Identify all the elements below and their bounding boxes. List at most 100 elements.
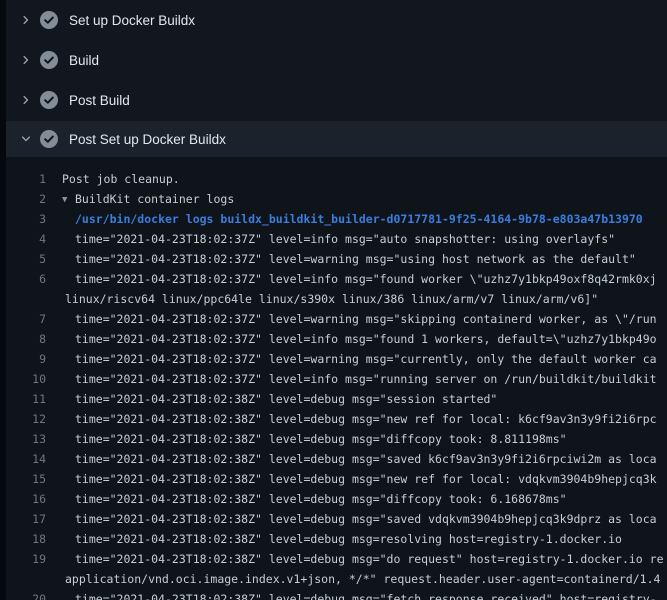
chevron-right-icon[interactable] xyxy=(12,14,40,26)
line-number[interactable]: 10 xyxy=(6,369,46,389)
line-number[interactable]: 12 xyxy=(6,409,46,429)
line-number[interactable]: 4 xyxy=(6,229,46,249)
log-text: time="2021-04-23T18:02:37Z" level=info m… xyxy=(75,269,657,289)
log-line: 12 time="2021-04-23T18:02:38Z" level=debu… xyxy=(6,409,667,429)
group-toggle[interactable]: ▼BuildKit container logs xyxy=(62,189,234,209)
log-text-content: time="2021-04-23T18:02:37Z" level=warnin… xyxy=(75,352,657,366)
log-text: time="2021-04-23T18:02:38Z" level=debug … xyxy=(75,549,664,569)
log-text-content: time="2021-04-23T18:02:38Z" level=debug … xyxy=(75,432,567,446)
step-list: Set up Docker Buildx Build Post Build xyxy=(6,0,667,157)
log-line: 3/usr/bin/docker logs buildx_buildkit_bu… xyxy=(6,209,667,229)
log-text-content: application/vnd.oci.image.index.v1+json,… xyxy=(65,572,660,586)
log-line: application/vnd.oci.image.index.v1+json,… xyxy=(6,569,667,589)
log-text-content: time="2021-04-23T18:02:37Z" level=info m… xyxy=(75,272,657,286)
check-circle-icon xyxy=(40,91,66,109)
step-row-post-set-up-docker-buildx[interactable]: Post Set up Docker Buildx xyxy=(6,121,667,157)
step-label: Post Build xyxy=(66,93,130,108)
log-line: 2 ▼BuildKit container logs xyxy=(6,189,667,209)
log-text: time="2021-04-23T18:02:37Z" level=warnin… xyxy=(75,349,657,369)
step-row-post-build[interactable]: Post Build xyxy=(6,80,667,120)
log-text: time="2021-04-23T18:02:38Z" level=debug … xyxy=(75,409,657,429)
log-text: time="2021-04-23T18:02:38Z" level=debug … xyxy=(75,449,657,469)
line-number[interactable]: 6 xyxy=(6,269,46,289)
line-number[interactable]: 1 xyxy=(6,169,46,189)
line-number[interactable]: 7 xyxy=(6,309,46,329)
line-number[interactable]: 9 xyxy=(6,349,46,369)
log-text-content: time="2021-04-23T18:02:38Z" level=debug … xyxy=(75,492,567,506)
command-text: /usr/bin/docker logs buildx_buildkit_bui… xyxy=(75,209,643,229)
log-text-content: /usr/bin/docker logs buildx_buildkit_bui… xyxy=(75,212,643,226)
log-text: time="2021-04-23T18:02:38Z" level=debug … xyxy=(75,489,567,509)
workflow-log-panel: Set up Docker Buildx Build Post Build xyxy=(6,0,667,600)
check-circle-icon xyxy=(40,130,66,148)
line-number[interactable]: 16 xyxy=(6,489,46,509)
log-line: 20 time="2021-04-23T18:02:38Z" level=debu… xyxy=(6,589,667,600)
line-number[interactable]: 18 xyxy=(6,529,46,549)
log-text: time="2021-04-23T18:02:37Z" level=warnin… xyxy=(75,309,657,329)
log-text-content: time="2021-04-23T18:02:37Z" level=info m… xyxy=(75,232,615,246)
log-text: application/vnd.oci.image.index.v1+json,… xyxy=(65,569,660,589)
log-text: time="2021-04-23T18:02:37Z" level=warnin… xyxy=(75,249,636,269)
line-number[interactable]: 19 xyxy=(6,549,46,569)
log-line: linux/riscv64 linux/ppc64le linux/s390x … xyxy=(6,289,667,309)
log-text: time="2021-04-23T18:02:38Z" level=debug … xyxy=(75,589,657,600)
log-line: 17 time="2021-04-23T18:02:38Z" level=debu… xyxy=(6,509,667,529)
log-line: 5 time="2021-04-23T18:02:37Z" level=warni… xyxy=(6,249,667,269)
log-line: 13 time="2021-04-23T18:02:38Z" level=debu… xyxy=(6,429,667,449)
log-text: time="2021-04-23T18:02:38Z" level=debug … xyxy=(75,529,622,549)
log-line: 10time="2021-04-23T18:02:37Z" level=info… xyxy=(6,369,667,389)
line-number xyxy=(6,289,46,309)
log-text-content: time="2021-04-23T18:02:38Z" level=debug … xyxy=(75,592,657,600)
step-label: Set up Docker Buildx xyxy=(66,13,195,28)
log-text: linux/riscv64 linux/ppc64le linux/s390x … xyxy=(65,289,598,309)
log-text: Post job cleanup. xyxy=(62,169,180,189)
log-line: 1 Post job cleanup. xyxy=(6,169,667,189)
chevron-right-icon[interactable] xyxy=(12,94,40,106)
log-text: time="2021-04-23T18:02:38Z" level=debug … xyxy=(75,509,657,529)
log-text: time="2021-04-23T18:02:38Z" level=debug … xyxy=(75,469,657,489)
group-collapse-triangle-icon[interactable]: ▼ xyxy=(62,190,75,210)
line-number[interactable]: 2 xyxy=(6,189,46,209)
chevron-down-icon[interactable] xyxy=(12,133,40,145)
log-text-content: time="2021-04-23T18:02:38Z" level=debug … xyxy=(75,392,497,406)
log-text-content: time="2021-04-23T18:02:38Z" level=debug … xyxy=(75,532,622,546)
log-text: time="2021-04-23T18:02:38Z" level=debug … xyxy=(75,429,567,449)
line-number[interactable]: 17 xyxy=(6,509,46,529)
log-line: 7 time="2021-04-23T18:02:37Z" level=warni… xyxy=(6,309,667,329)
log-line: 8 time="2021-04-23T18:02:37Z" level=info … xyxy=(6,329,667,349)
step-row-set-up-docker-buildx[interactable]: Set up Docker Buildx xyxy=(6,0,667,40)
chevron-right-icon[interactable] xyxy=(12,54,40,66)
line-number[interactable]: 3 xyxy=(6,209,46,229)
log-line: 18 time="2021-04-23T18:02:38Z" level=debu… xyxy=(6,529,667,549)
log-line: 11 time="2021-04-23T18:02:38Z" level=debu… xyxy=(6,389,667,409)
log-line: 16 time="2021-04-23T18:02:38Z" level=debu… xyxy=(6,489,667,509)
log-text-content: time="2021-04-23T18:02:38Z" level=debug … xyxy=(75,472,657,486)
check-circle-icon xyxy=(40,51,66,69)
log-line: 14 time="2021-04-23T18:02:38Z" level=debu… xyxy=(6,449,667,469)
line-number[interactable]: 20 xyxy=(6,589,46,600)
log-line: 4 time="2021-04-23T18:02:37Z" level=info … xyxy=(6,229,667,249)
log-text-content: Post job cleanup. xyxy=(62,172,180,186)
log-text-content: linux/riscv64 linux/ppc64le linux/s390x … xyxy=(65,292,598,306)
log-text-content: time="2021-04-23T18:02:38Z" level=debug … xyxy=(75,452,657,466)
step-row-build[interactable]: Build xyxy=(6,40,667,80)
line-number[interactable]: 14 xyxy=(6,449,46,469)
step-label: Build xyxy=(66,53,99,68)
log-text-content: time="2021-04-23T18:02:37Z" level=info m… xyxy=(75,332,657,346)
line-number[interactable]: 5 xyxy=(6,249,46,269)
log-text: time="2021-04-23T18:02:38Z" level=debug … xyxy=(75,389,497,409)
log-text: time="2021-04-23T18:02:37Z" level=info m… xyxy=(75,329,657,349)
check-circle-icon xyxy=(40,11,66,29)
line-number[interactable]: 15 xyxy=(6,469,46,489)
log-viewer: 1 Post job cleanup. 2 ▼BuildKit container l… xyxy=(6,157,667,600)
line-number[interactable]: 11 xyxy=(6,389,46,409)
log-text-content: time="2021-04-23T18:02:38Z" level=debug … xyxy=(75,412,657,426)
log-line: 9 time="2021-04-23T18:02:37Z" level=warni… xyxy=(6,349,667,369)
log-line: 6 time="2021-04-23T18:02:37Z" level=info … xyxy=(6,269,667,289)
log-line: 15 time="2021-04-23T18:02:38Z" level=debu… xyxy=(6,469,667,489)
line-number[interactable]: 13 xyxy=(6,429,46,449)
log-line: 19 time="2021-04-23T18:02:38Z" level=debu… xyxy=(6,549,667,569)
log-text-content: BuildKit container logs xyxy=(75,192,234,206)
log-text-content: time="2021-04-23T18:02:37Z" level=warnin… xyxy=(75,252,636,266)
line-number[interactable]: 8 xyxy=(6,329,46,349)
